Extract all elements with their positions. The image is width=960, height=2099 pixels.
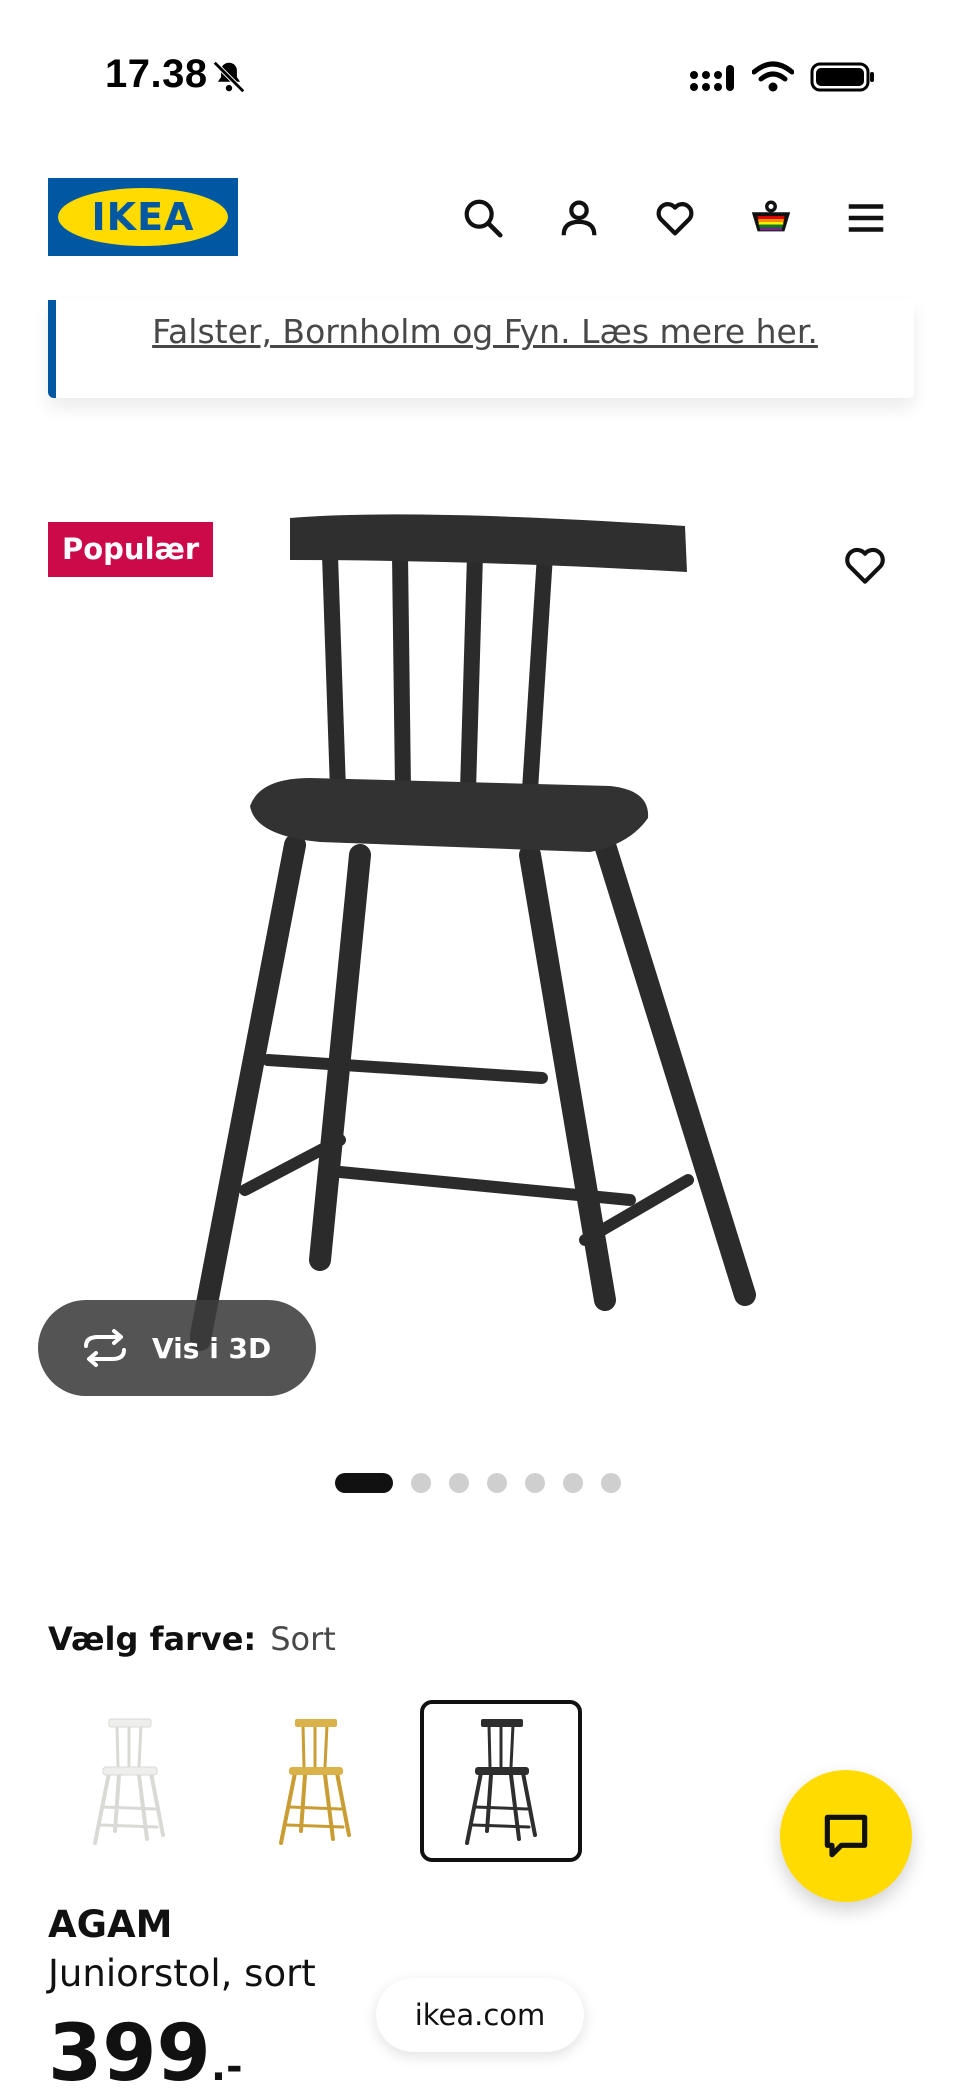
color-label-value: Sort [270, 1620, 336, 1658]
status-bar: 17.38 [0, 0, 960, 150]
menu-icon [848, 204, 884, 232]
color-label-key: Vælg farve: [48, 1620, 257, 1658]
carousel-dot[interactable] [335, 1473, 393, 1493]
heart-icon [656, 202, 694, 236]
product-image[interactable] [190, 460, 770, 1420]
carousel-dot[interactable] [449, 1473, 469, 1493]
search-button[interactable] [455, 190, 511, 246]
image-carousel-indicator [335, 1472, 639, 1494]
color-swatch-black[interactable] [420, 1700, 582, 1862]
color-swatch-white[interactable] [48, 1700, 210, 1862]
ikea-logo[interactable]: IKEA [48, 178, 238, 256]
notice-banner: Falster, Bornholm og Fyn. Læs mere her. [48, 300, 914, 398]
chat-button[interactable] [780, 1770, 912, 1902]
favorite-product-button[interactable] [840, 540, 890, 590]
carousel-dot[interactable] [601, 1473, 621, 1493]
menu-button[interactable] [838, 190, 894, 246]
battery-icon [810, 62, 874, 92]
notice-link[interactable]: Falster, Bornholm og Fyn. Læs mere her. [56, 312, 914, 351]
logo-text: IKEA [91, 195, 195, 239]
rotate-3d-icon [84, 1329, 126, 1367]
popular-badge: Populær [48, 522, 214, 577]
product-media: Populær Vis i 3D [0, 440, 960, 1520]
carousel-dot[interactable] [487, 1473, 507, 1493]
chair-thumbnail [93, 1718, 165, 1845]
product-price: 399.- [48, 2015, 243, 2093]
chair-thumbnail [279, 1719, 351, 1845]
status-time: 17.38 [105, 52, 208, 96]
favorites-button[interactable] [647, 190, 703, 246]
bell-muted-icon [213, 61, 245, 93]
wifi-icon [752, 61, 794, 92]
chair-thumbnail [465, 1719, 537, 1845]
search-icon [464, 199, 503, 238]
color-selection-label: Vælg farve: Sort [48, 1620, 336, 1658]
site-header: IKEA [0, 160, 960, 280]
product-description: Juniorstol, sort [48, 1952, 316, 1995]
carousel-dot[interactable] [563, 1473, 583, 1493]
chat-bubble-icon [824, 1814, 868, 1858]
basket-icon [751, 200, 791, 232]
view-in-3d-button[interactable]: Vis i 3D [38, 1300, 316, 1396]
carousel-dot[interactable] [411, 1473, 431, 1493]
browser-url-bar[interactable]: ikea.com [376, 1978, 584, 2052]
price-value: 399 [48, 2009, 211, 2099]
color-swatch-yellow[interactable] [234, 1700, 396, 1862]
account-button[interactable] [551, 190, 607, 246]
carousel-dot[interactable] [525, 1473, 545, 1493]
view-in-3d-label: Vis i 3D [152, 1331, 272, 1365]
price-suffix: .- [210, 2044, 243, 2090]
product-name: AGAM [48, 1903, 173, 1946]
cellular-signal-icon [690, 65, 734, 91]
basket-button[interactable] [743, 190, 799, 246]
account-icon [561, 200, 597, 236]
